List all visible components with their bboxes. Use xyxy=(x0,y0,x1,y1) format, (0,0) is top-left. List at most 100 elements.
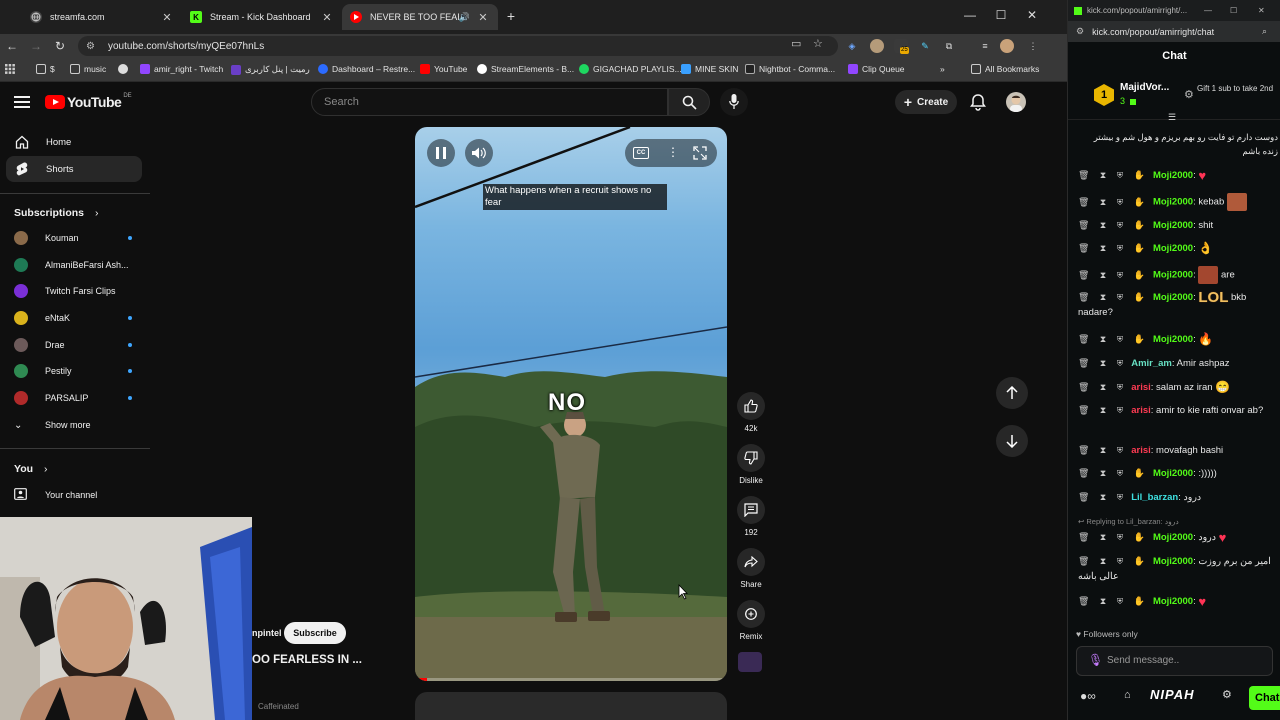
mod-badges-icon[interactable]: 🗑 ⧗ ⛨ ✋ xyxy=(1078,466,1149,481)
remix-button[interactable] xyxy=(737,600,765,628)
search-input[interactable]: Search xyxy=(311,88,668,116)
extension-badge-icon[interactable]: 25 xyxy=(894,39,909,54)
comments-action[interactable]: 192 xyxy=(736,496,766,537)
extension-icon[interactable]: ✎ xyxy=(918,39,932,53)
dislike-action[interactable]: Dislike xyxy=(736,444,766,485)
bookmark-twitch[interactable]: amir_right - Twitch xyxy=(140,64,223,74)
like-action[interactable]: 42k xyxy=(736,392,766,433)
sidebar-item-parsalip[interactable]: PARSALIP xyxy=(6,386,142,410)
closed-captions-button[interactable]: CC xyxy=(633,147,649,159)
share-button[interactable] xyxy=(737,548,765,576)
tab-youtube-short[interactable]: NEVER BE TOO FEARLESS II 🔊 ✕ xyxy=(342,4,498,30)
bookmark-folder[interactable]: $ xyxy=(36,64,55,74)
store-icon[interactable]: ⌂ xyxy=(1124,689,1131,701)
top-gifter-name[interactable]: MajidVor... xyxy=(1120,82,1169,93)
bookmark-restream[interactable]: Dashboard – Restre... xyxy=(318,64,415,74)
short-title[interactable]: OO FEARLESS IN ... xyxy=(252,654,362,666)
mod-badges-icon[interactable]: 🗑 ⧗ ⛨ xyxy=(1078,443,1127,458)
mod-badges-icon[interactable]: 🗑 ⧗ ⛨ xyxy=(1078,380,1127,395)
sound-thumbnail[interactable] xyxy=(738,652,762,672)
sidebar-item-pestily[interactable]: Pestily xyxy=(6,359,142,383)
search-icon[interactable]: ⌕ xyxy=(1262,26,1267,37)
extension-icon[interactable]: ◈ xyxy=(845,39,859,53)
chat-message-input[interactable]: Send message.. xyxy=(1076,646,1273,676)
mod-badges-icon[interactable]: 🗑 ⧗ ⛨ ✋ xyxy=(1078,554,1149,569)
sidebar-item-almanibefarsi[interactable]: AlmaniBeFarsi Ash... xyxy=(6,253,142,277)
close-window-icon[interactable]: ✕ xyxy=(1022,8,1042,22)
sidebar-item-entak[interactable]: eNtaK xyxy=(6,306,142,330)
youtube-logo[interactable]: YouTube DE xyxy=(45,93,132,110)
bookmark-ramit[interactable]: رمیت | پنل کاربری xyxy=(231,64,310,75)
extension-icon[interactable] xyxy=(870,39,884,53)
tab-streamfa[interactable]: streamfa.com ✕ xyxy=(22,4,182,30)
next-short-button[interactable] xyxy=(996,425,1028,457)
send-chat-button[interactable]: Chat xyxy=(1249,686,1280,710)
site-info-icon[interactable]: ⚙ xyxy=(86,41,98,52)
bookmark-streamelements[interactable]: StreamElements - B... xyxy=(477,64,574,74)
mod-badges-icon[interactable]: 🗑 ⧗ ⛨ xyxy=(1078,490,1127,505)
mod-badges-icon[interactable]: 🗑 ⧗ ⛨ ✋ xyxy=(1078,168,1149,183)
mod-badges-icon[interactable]: 🗑 ⧗ ⛨ xyxy=(1078,403,1127,418)
create-button[interactable]: + Create xyxy=(895,90,957,114)
close-window-icon[interactable]: ✕ xyxy=(1258,6,1265,15)
mod-badges-icon[interactable]: 🗑 ⧗ ⛨ ✋ xyxy=(1078,594,1149,609)
more-options-icon[interactable]: ⋮ xyxy=(667,145,679,159)
notifications-bell-icon[interactable] xyxy=(969,93,987,111)
tab-close-icon[interactable]: ✕ xyxy=(320,11,334,24)
you-heading[interactable]: You › xyxy=(14,463,47,475)
sidebar-item-shorts[interactable]: Shorts xyxy=(6,156,142,182)
mod-badges-icon[interactable]: 🗑 ⧗ ⛨ ✋ xyxy=(1078,530,1149,545)
reload-icon[interactable]: ↻ xyxy=(52,38,68,54)
fullscreen-icon[interactable] xyxy=(693,146,707,165)
bookmark-clip-queue[interactable]: Clip Queue xyxy=(848,64,905,74)
comments-button[interactable] xyxy=(737,496,765,524)
forward-icon[interactable]: → xyxy=(28,38,44,54)
sidebar-item-twitch-farsi-clips[interactable]: Twitch Farsi Clips xyxy=(6,279,142,303)
sidebar-item-kouman[interactable]: Kouman xyxy=(6,226,142,250)
puzzle-icon[interactable]: ⧉ xyxy=(942,39,956,53)
site-info-icon[interactable]: ⚙ xyxy=(1076,26,1084,37)
mod-badges-icon[interactable]: 🗑 ⧗ ⛨ ✋ xyxy=(1078,332,1149,347)
reply-context[interactable]: ↩ Replying to Lil_barzan: درود xyxy=(1078,514,1278,529)
sidebar-item-home[interactable]: Home xyxy=(6,129,142,155)
tab-kick-dashboard[interactable]: K Stream - Kick Dashboard ✕ xyxy=(182,4,342,30)
bookmark-nightbot[interactable]: Nightbot - Comma... xyxy=(745,64,835,74)
cast-icon[interactable]: ▭ xyxy=(791,37,801,50)
menu-icon[interactable] xyxy=(14,96,30,108)
bookmark-youtube[interactable]: YouTube xyxy=(420,64,467,74)
bookmark-mine-skin[interactable]: MINE SKIN xyxy=(681,64,738,74)
back-icon[interactable]: ← xyxy=(4,38,20,54)
subscribe-button[interactable]: Subscribe xyxy=(284,622,346,644)
account-avatar[interactable] xyxy=(1006,92,1026,112)
bookmarks-overflow-icon[interactable]: » xyxy=(940,64,945,74)
pause-button[interactable] xyxy=(427,139,455,167)
bookmark-star-icon[interactable]: ☆ xyxy=(813,37,823,50)
address-bar[interactable]: ⚙ youtube.com/shorts/myQEe07hnLs xyxy=(78,36,838,56)
minimize-icon[interactable]: — xyxy=(960,8,980,22)
speaker-icon[interactable]: 🔊 xyxy=(459,12,470,23)
mod-badges-icon[interactable]: 🗑 ⧗ ⛨ xyxy=(1078,356,1127,371)
microphone-icon[interactable]: 🎙 xyxy=(1088,653,1103,667)
bookmark-github[interactable] xyxy=(118,64,132,74)
remix-action[interactable]: Remix xyxy=(736,600,766,641)
mod-badges-icon[interactable]: 🗑 ⧗ ⛨ ✋ xyxy=(1078,195,1149,210)
subscriptions-heading[interactable]: Subscriptions › xyxy=(14,207,98,219)
search-button[interactable] xyxy=(668,88,710,116)
previous-short-button[interactable] xyxy=(996,377,1028,409)
sidebar-item-drae[interactable]: Drae xyxy=(6,333,142,357)
pinned-chevron-icon[interactable]: ☰ xyxy=(1168,112,1176,123)
volume-button[interactable] xyxy=(465,139,493,167)
show-more-button[interactable]: ⌄ Show more xyxy=(6,413,142,437)
next-short-preview[interactable] xyxy=(415,692,727,720)
mod-badges-icon[interactable]: 🗑 ⧗ ⛨ ✋ xyxy=(1078,268,1149,283)
tab-close-icon[interactable]: ✕ xyxy=(160,11,174,24)
bookmark-folder[interactable]: music xyxy=(70,64,106,74)
mod-badges-icon[interactable]: 🗑 ⧗ ⛨ ✋ xyxy=(1078,241,1149,256)
settings-gear-icon[interactable]: ⚙ xyxy=(1222,688,1232,701)
like-button[interactable] xyxy=(737,392,765,420)
voice-search-button[interactable] xyxy=(720,88,748,116)
kebab-menu-icon[interactable]: ⋮ xyxy=(1026,39,1040,53)
gift-cta[interactable]: Gift 1 sub to take 2nd xyxy=(1197,84,1277,94)
media-icon[interactable]: ≡ xyxy=(978,39,992,53)
apps-icon[interactable] xyxy=(5,64,15,74)
